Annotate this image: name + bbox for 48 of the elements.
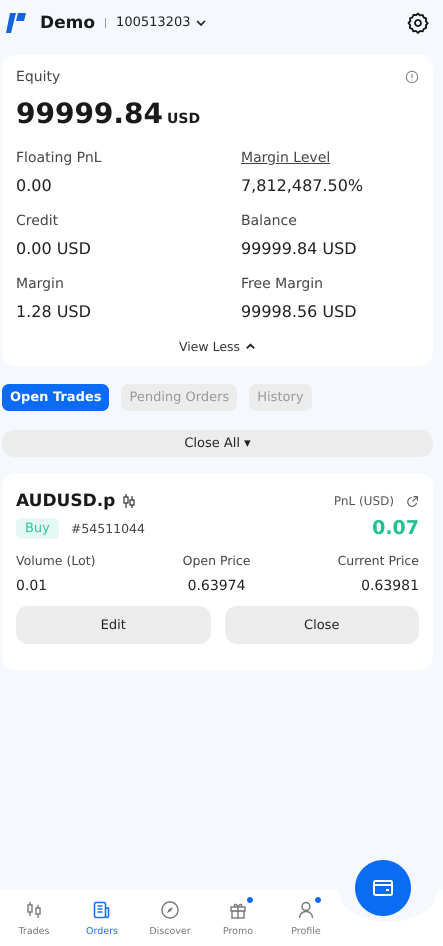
close-all-button[interactable]: Close All ▾ bbox=[2, 430, 433, 457]
person-icon bbox=[296, 900, 316, 920]
equity-value: 99999.84 bbox=[16, 97, 164, 130]
pnl-value: 0.07 bbox=[372, 517, 419, 539]
stat-label: Balance bbox=[241, 213, 298, 229]
stat-value: 99999.84 USD bbox=[241, 239, 358, 258]
account-type: Demo bbox=[40, 12, 96, 32]
stat-value: 7,812,487.50% bbox=[241, 176, 364, 195]
settings-icon[interactable] bbox=[406, 10, 430, 34]
trade-action-button[interactable]: Close bbox=[224, 606, 419, 644]
tab[interactable]: History bbox=[249, 384, 312, 411]
compass-icon bbox=[160, 900, 180, 920]
tab[interactable]: Pending Orders bbox=[121, 384, 238, 411]
stat-label: Free Margin bbox=[241, 276, 324, 292]
nav-item[interactable]: Promo bbox=[204, 890, 272, 946]
stat-value: 1.28 USD bbox=[16, 302, 92, 321]
side-badge: Buy bbox=[16, 518, 59, 538]
tab[interactable]: Open Trades bbox=[2, 384, 110, 411]
field-label: Current Price bbox=[338, 553, 419, 568]
nav-item[interactable]: Orders bbox=[68, 890, 136, 946]
field-label: Volume (Lot) bbox=[16, 553, 96, 568]
stat-label: Floating PnL bbox=[16, 150, 103, 166]
trade-action-button[interactable]: Edit bbox=[16, 606, 210, 644]
equity-label: Equity bbox=[16, 69, 60, 85]
info-icon[interactable] bbox=[405, 70, 419, 84]
pnl-label: PnL (USD) bbox=[334, 494, 394, 508]
stat-value: 99998.56 USD bbox=[241, 302, 358, 321]
field-label: Open Price bbox=[182, 553, 250, 568]
stat-label[interactable]: Margin Level bbox=[241, 150, 419, 166]
nav-item[interactable]: Discover bbox=[136, 890, 204, 946]
account-selector[interactable]: 100513203 bbox=[116, 15, 206, 30]
nav-item[interactable]: Profile bbox=[272, 890, 340, 946]
stat-value: 0.00 USD bbox=[16, 239, 92, 258]
stat-value: 0.00 bbox=[16, 176, 53, 195]
symbol: AUDUSD.p bbox=[16, 491, 116, 511]
field-value: 0.01 bbox=[16, 578, 48, 594]
field-value: 0.63974 bbox=[188, 578, 246, 594]
field-value: 0.63981 bbox=[361, 578, 419, 594]
stat-label: Margin bbox=[16, 276, 65, 292]
share-icon[interactable] bbox=[406, 494, 419, 508]
logo-icon bbox=[4, 10, 28, 34]
ticket-number: #54511044 bbox=[70, 520, 145, 536]
document-icon bbox=[92, 900, 112, 920]
stat-label: Credit bbox=[16, 213, 60, 229]
nav-item[interactable]: Trades bbox=[0, 890, 68, 946]
equity-currency: USD bbox=[167, 111, 200, 127]
candlestick-icon[interactable] bbox=[121, 493, 138, 509]
view-less-toggle[interactable]: View Less bbox=[178, 339, 256, 354]
